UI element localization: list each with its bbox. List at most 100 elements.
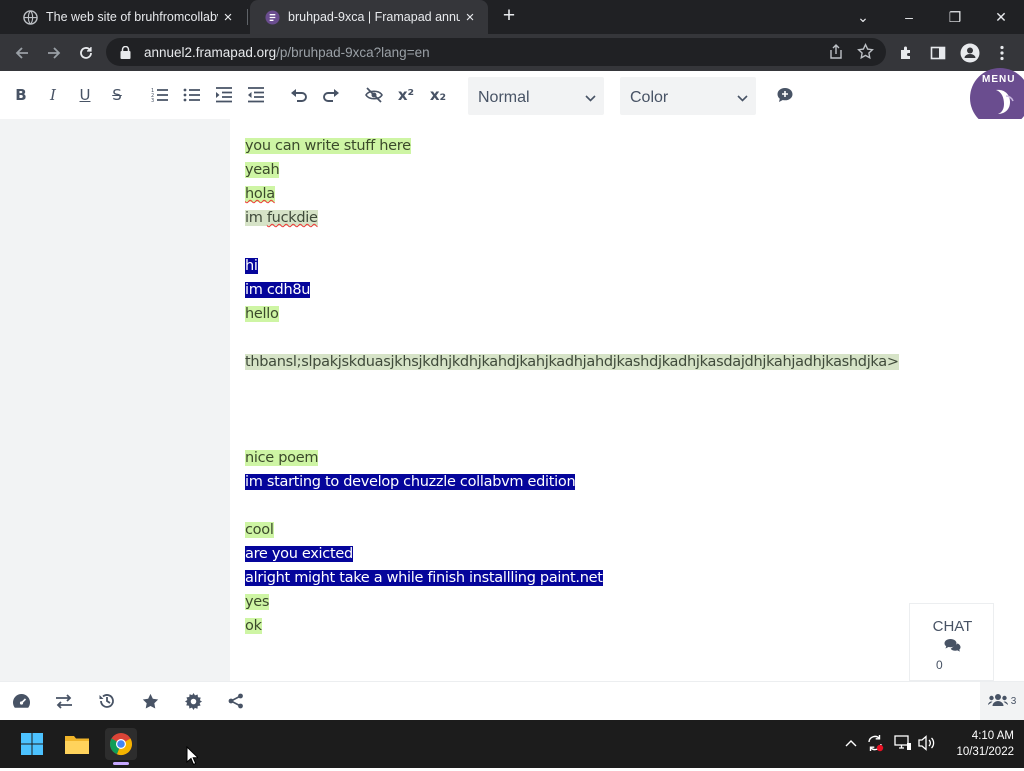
pad-line[interactable]: im cdh8u	[245, 278, 310, 302]
dashboard-gauge-icon[interactable]	[11, 691, 31, 711]
pad-line-text: nice poem	[245, 450, 319, 466]
chrome-menu-icon[interactable]	[988, 39, 1016, 67]
pad-line[interactable]: you can write stuff here	[245, 134, 411, 158]
share-icon[interactable]	[828, 44, 844, 65]
clock-time: 4:10 AM	[971, 730, 1014, 742]
users-count: 3	[1010, 696, 1017, 707]
pad-line[interactable]: thbansl;slpakjskduasjkhsjkdhjkdhjkahdjka…	[245, 350, 899, 374]
pad-line[interactable]: im fuckdie	[245, 206, 318, 230]
import-export-icon[interactable]	[54, 691, 74, 711]
pad-line-text: alright might take a while finish instal…	[245, 570, 603, 586]
pad-line-text: im starting to develop chuzzle collabvm …	[245, 474, 576, 490]
strikethrough-button[interactable]: S	[105, 83, 129, 107]
menu-label: MENU	[982, 74, 1016, 85]
pad-line[interactable]: yeah	[245, 158, 280, 182]
pad-line[interactable]: hello	[245, 302, 279, 326]
pad-line-text: hello	[245, 306, 279, 322]
italic-button[interactable]: I	[41, 83, 65, 107]
settings-gear-icon[interactable]	[183, 691, 203, 711]
back-icon[interactable]	[8, 39, 36, 67]
side-panel-icon[interactable]	[924, 39, 952, 67]
pad-line[interactable]: alright might take a while finish instal…	[245, 566, 603, 590]
restore-button[interactable]: ❐	[932, 0, 978, 34]
minimize-button[interactable]: –	[886, 0, 932, 34]
sync-error-icon[interactable]	[866, 734, 884, 752]
svg-text:3: 3	[151, 98, 154, 104]
indent-icon[interactable]	[212, 83, 236, 107]
volume-icon[interactable]	[918, 734, 936, 752]
chat-widget[interactable]: CHAT 0	[909, 603, 994, 681]
profile-icon[interactable]	[956, 39, 984, 67]
pad-line-text: you can write stuff here	[245, 138, 411, 154]
pad-editor[interactable]: you can write stuff here yeah hola im fuckd…	[230, 119, 1024, 681]
pad-line-text: thbansl;slpakjskduasjkhsjkdhjkdhjkahdjka…	[245, 354, 899, 370]
pad-line-text: im cdh8u	[245, 282, 311, 298]
ordered-list-icon[interactable]: 123	[148, 83, 172, 107]
pad-editbar: B I U S 123 x² x₂ Normal Color	[0, 71, 1024, 119]
hide-authorship-colors-icon[interactable]	[362, 83, 386, 107]
users-icon	[987, 693, 1008, 710]
underline-button[interactable]: U	[73, 83, 97, 107]
pad-line-text: hola	[245, 186, 275, 202]
mouse-cursor-icon	[186, 745, 200, 771]
browser-tab-strip: The web site of bruhfromcollabvm × bruhp…	[0, 0, 1024, 34]
pad-line-text: yes	[245, 594, 270, 610]
pad-line[interactable]: hi	[245, 254, 258, 278]
pad-line[interactable]: im starting to develop chuzzle collabvm …	[245, 470, 576, 494]
pad-line[interactable]: nice poem	[245, 446, 318, 470]
chevron-down-icon	[737, 93, 748, 105]
pad-line[interactable]: yes	[245, 590, 269, 614]
left-sidebar	[0, 119, 230, 681]
pad-line-text: are you exicted	[245, 546, 353, 562]
chat-bubbles-icon	[944, 638, 961, 657]
users-online-button[interactable]: 3	[980, 682, 1024, 721]
pad-line[interactable]: hola	[245, 182, 275, 206]
outdent-icon[interactable]	[244, 83, 268, 107]
subscript-button[interactable]: x₂	[426, 83, 450, 107]
file-explorer-icon[interactable]	[61, 728, 93, 760]
address-bar[interactable]: annuel2.framapad.org/p/bruhpad-9xca?lang…	[106, 38, 886, 66]
active-app-indicator	[113, 762, 129, 765]
close-window-button[interactable]: ✕	[978, 0, 1024, 34]
network-icon[interactable]	[894, 734, 912, 752]
heading-style-select[interactable]: Normal	[468, 77, 604, 115]
reload-icon[interactable]	[72, 39, 100, 67]
show-hidden-icons-chevron-up-icon[interactable]	[842, 734, 860, 752]
windows-start-icon[interactable]	[16, 728, 48, 760]
share-embed-icon[interactable]	[226, 691, 246, 711]
history-icon[interactable]	[97, 691, 117, 711]
tab-close-icon[interactable]: ×	[218, 9, 238, 26]
pad-line-text: yeah	[245, 162, 280, 178]
tab-bruhfromcollabvm[interactable]: The web site of bruhfromcollabvm ×	[8, 0, 248, 34]
windows-taskbar: 4:10 AM 10/31/2022	[0, 720, 1024, 768]
extensions-icon[interactable]	[892, 39, 920, 67]
clock-date: 10/31/2022	[956, 746, 1014, 758]
pad-line[interactable]: are you exicted	[245, 542, 353, 566]
chevron-down-icon	[585, 93, 596, 105]
chrome-taskbar-icon[interactable]	[105, 728, 137, 760]
bookmark-star-icon[interactable]	[857, 42, 874, 65]
font-color-value: Color	[630, 89, 669, 106]
unordered-list-icon[interactable]	[180, 83, 204, 107]
framasoft-logo-icon	[992, 88, 1018, 121]
comment-icon[interactable]	[773, 83, 797, 107]
pad-line[interactable]: ok	[245, 614, 262, 638]
lock-icon	[118, 45, 132, 59]
tab-framapad[interactable]: bruhpad-9xca | Framapad annuel ×	[250, 0, 488, 34]
undo-icon[interactable]	[287, 83, 311, 107]
forward-icon[interactable]	[40, 39, 68, 67]
url-text: annuel2.framapad.org/p/bruhpad-9xca?lang…	[144, 45, 430, 60]
pad-line-text: im fuckdie	[245, 210, 318, 226]
saved-revision-star-icon[interactable]	[140, 691, 160, 711]
redo-icon[interactable]	[319, 83, 343, 107]
bold-button[interactable]: B	[9, 83, 33, 107]
new-tab-button[interactable]: +	[497, 5, 521, 29]
font-color-select[interactable]: Color	[620, 77, 756, 115]
taskbar-clock[interactable]: 4:10 AM 10/31/2022	[940, 728, 1014, 760]
pad-bottom-toolbar: 3	[0, 681, 1024, 721]
pad-line[interactable]: cool	[245, 518, 274, 542]
pad-line-text: hi	[245, 258, 258, 274]
superscript-button[interactable]: x²	[394, 83, 418, 107]
tab-search-icon[interactable]: ⌄	[840, 0, 886, 34]
tab-close-icon[interactable]: ×	[460, 9, 480, 26]
